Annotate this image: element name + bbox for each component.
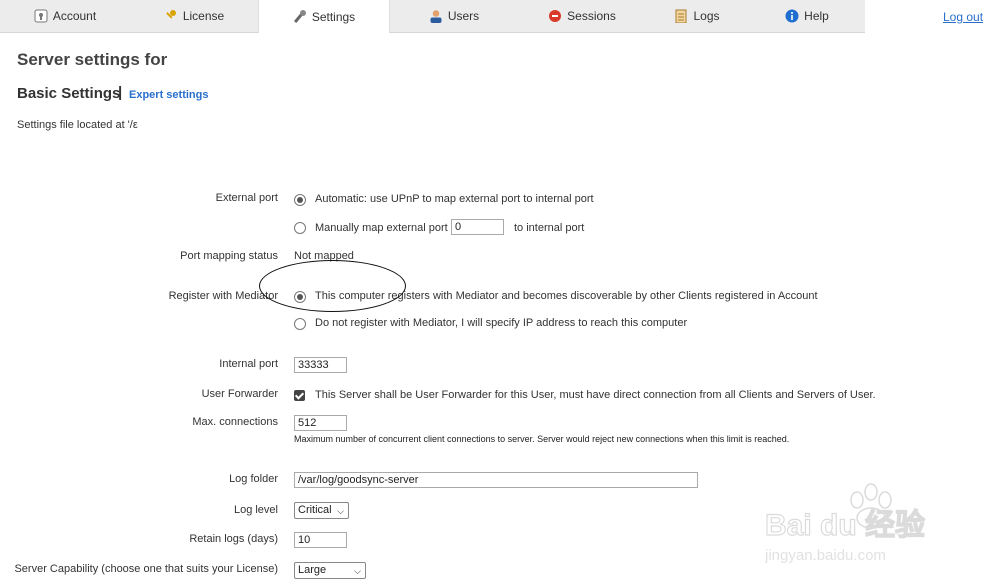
watermark-url: jingyan.baidu.com	[765, 547, 886, 564]
annotation-ellipse	[259, 260, 406, 312]
tab-account[interactable]: Account	[0, 0, 130, 32]
mediator-no-register-radio[interactable]	[294, 318, 306, 330]
retain-logs-label: Retain logs (days)	[189, 533, 278, 545]
tab-label: Sessions	[567, 9, 616, 23]
max-connections-label: Max. connections	[192, 416, 278, 428]
external-port-label: External port	[215, 192, 278, 204]
info-icon	[785, 9, 799, 23]
logout-link[interactable]: Log out	[943, 10, 983, 24]
user-forwarder-checkbox[interactable]	[294, 390, 305, 401]
tab-label: License	[182, 9, 225, 23]
tab-help[interactable]: Help	[748, 0, 866, 32]
external-port-auto-radio[interactable]	[294, 194, 306, 206]
internal-port-input[interactable]	[294, 357, 347, 373]
external-port-manual-radio[interactable]	[294, 222, 306, 234]
tab-label: Settings	[311, 9, 356, 24]
log-level-value: Critical	[298, 504, 332, 516]
server-capability-label: Server Capability (choose one that suits…	[14, 563, 278, 575]
top-nav: Account License Settings Users Sessions …	[0, 0, 865, 33]
tab-license[interactable]: License	[130, 0, 258, 32]
tab-users[interactable]: Users	[390, 0, 518, 32]
log-folder-input[interactable]	[294, 472, 698, 488]
baidu-watermark: Bai du 经验 jingyan.baidu.com	[764, 480, 975, 570]
wrench-icon	[293, 9, 307, 24]
external-port-auto-text: Automatic: use UPnP to map external port…	[315, 193, 594, 205]
logs-icon	[674, 9, 688, 24]
internal-port-label: Internal port	[219, 358, 278, 370]
max-connections-hint: Maximum number of concurrent client conn…	[294, 434, 790, 444]
key-icon	[164, 9, 178, 23]
mediator-no-register-text: Do not register with Mediator, I will sp…	[315, 317, 688, 329]
tab-label: Logs	[693, 9, 720, 23]
user-icon	[429, 9, 443, 23]
log-folder-label: Log folder	[229, 473, 278, 485]
tab-settings[interactable]: Settings	[258, 0, 390, 33]
expert-settings-link[interactable]: Expert settings	[129, 89, 208, 101]
external-port-manual-suffix: to internal port	[514, 222, 585, 234]
tab-label: Account	[52, 9, 97, 23]
chevron-down-icon: ⌵	[337, 506, 344, 516]
tab-sessions[interactable]: Sessions	[518, 0, 646, 32]
max-connections-input[interactable]	[294, 415, 347, 431]
chevron-down-icon: ⌵	[354, 566, 361, 576]
port-mapping-status-label: Port mapping status	[180, 250, 278, 262]
sessions-icon	[548, 9, 562, 23]
page-title: Server settings for	[17, 50, 168, 69]
log-level-select[interactable]: Critical ⌵	[294, 502, 349, 519]
section-title: Basic Settings	[17, 85, 121, 102]
user-forwarder-text: This Server shall be User Forwarder for …	[315, 389, 876, 401]
title-separator: |	[118, 84, 123, 101]
server-capability-value: Large	[298, 564, 327, 576]
watermark-brand: Bai du 经验	[765, 508, 925, 542]
user-forwarder-label: User Forwarder	[201, 388, 278, 400]
server-capability-select[interactable]: Large ⌵	[294, 562, 366, 579]
account-icon	[34, 9, 48, 23]
log-level-label: Log level	[233, 504, 278, 516]
external-port-manual-text: Manually map external port	[315, 222, 448, 234]
tab-logs[interactable]: Logs	[646, 0, 748, 32]
tab-label: Help	[804, 9, 829, 23]
settings-file-location: Settings file located at '/ε	[17, 119, 138, 131]
tab-label: Users	[447, 9, 480, 23]
retain-logs-input[interactable]	[294, 532, 347, 548]
external-port-input[interactable]	[451, 219, 504, 235]
